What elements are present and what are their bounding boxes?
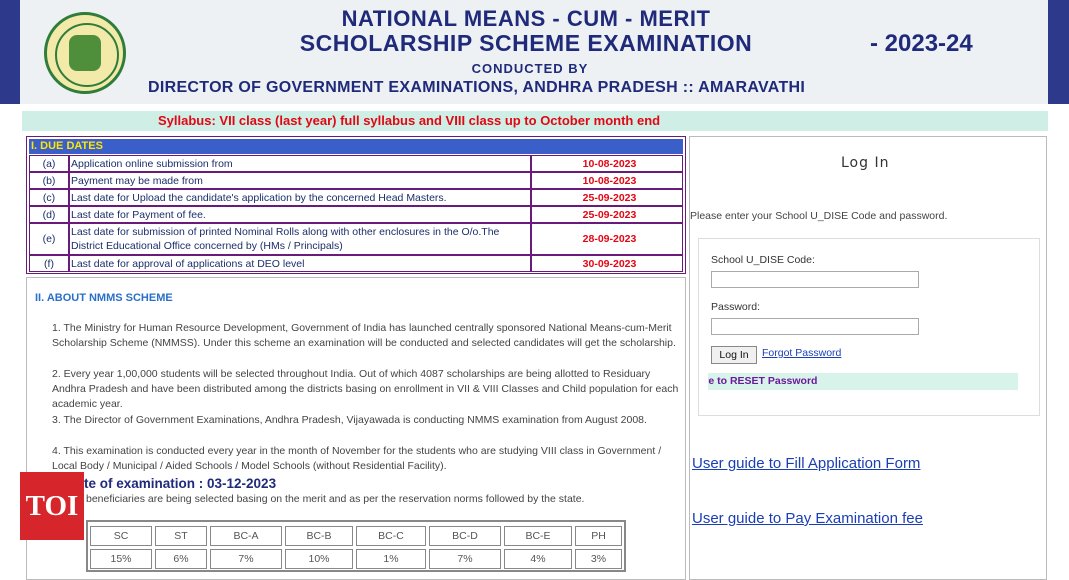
syllabus-text: Syllabus: VII class (last year) full syl… [158, 113, 661, 128]
about-point: 3. The Director of Government Examinatio… [52, 414, 647, 426]
about-point: 1. The Ministry for Human Resource Devel… [52, 322, 676, 349]
due-row-sn: (a) [30, 156, 70, 171]
udise-code-input[interactable] [711, 271, 919, 288]
beneficiaries-text: beneficiaries are being selected basing … [86, 493, 585, 505]
director-line: DIRECTOR OF GOVERNMENT EXAMINATIONS, AND… [148, 79, 806, 96]
login-button[interactable]: Log In [711, 346, 757, 364]
due-row-date: 30-09-2023 [530, 256, 687, 271]
reset-password-marquee[interactable]: Click here to RESET Password [708, 373, 1018, 390]
due-row: (d) Last date for Payment of fee. 25-09-… [29, 206, 683, 223]
login-instructions: Please enter your School U_DISE Code and… [690, 210, 948, 222]
due-row-sn: (d) [30, 207, 70, 222]
due-row-date: 25-09-2023 [530, 190, 687, 205]
due-row: (a) Application online submission from 1… [29, 155, 683, 172]
conducted-by: CONDUCTED BY [471, 61, 589, 76]
reservation-header: BC-B [285, 526, 353, 546]
andhra-pradesh-emblem-icon [44, 12, 126, 94]
reservation-value: 3% [575, 549, 622, 569]
reservation-value: 15% [90, 549, 152, 569]
reservation-header: BC-E [504, 526, 572, 546]
title-line-1: NATIONAL MEANS - CUM - MERIT [341, 6, 711, 31]
reservation-value: 6% [155, 549, 207, 569]
reservation-value: 7% [429, 549, 501, 569]
title-line-2: SCHOLARSHIP SCHEME EXAMINATION [299, 30, 753, 56]
about-point: 2. Every year 1,00,000 students will be … [52, 368, 679, 410]
due-row-desc: Last date for Payment of fee. [71, 208, 206, 221]
due-row-date: 25-09-2023 [530, 207, 687, 222]
title-year: - 2023-24 [870, 30, 973, 57]
about-heading: II. ABOUT NMMS SCHEME [35, 292, 173, 304]
emblem-core [69, 35, 101, 71]
due-row-desc: Last date for approval of applications a… [71, 257, 305, 270]
due-row: (c) Last date for Upload the candidate's… [29, 189, 683, 206]
udise-label: School U_DISE Code: [711, 254, 815, 266]
reservation-header: ST [155, 526, 207, 546]
reset-password-text[interactable]: Click here to RESET Password [708, 375, 817, 387]
due-row-sn: (e) [30, 224, 70, 254]
due-row-desc: Last date for Upload the candidate's app… [71, 191, 447, 204]
due-row-sn: (f) [30, 256, 70, 271]
due-row-desc: Payment may be made from [71, 174, 203, 187]
reservation-header: PH [575, 526, 622, 546]
toi-logo: TOI [20, 472, 84, 540]
due-row: (e) Last date for submission of printed … [29, 223, 683, 255]
reservation-table: SC ST BC-A BC-B BC-C BC-D BC-E PH 15% 6%… [86, 520, 626, 572]
forgot-password-link[interactable]: Forgot Password [762, 347, 841, 359]
exam-date: te of examination : 03-12-2023 [84, 476, 277, 491]
reservation-value: 4% [504, 549, 572, 569]
reservation-header: BC-C [356, 526, 426, 546]
login-title: Log In [841, 155, 890, 171]
reservation-value: 1% [356, 549, 426, 569]
password-input[interactable] [711, 318, 919, 335]
due-row: (f) Last date for approval of applicatio… [29, 255, 683, 272]
due-dates-table: I. DUE DATES (a) Application online subm… [26, 136, 686, 274]
reservation-value: 10% [285, 549, 353, 569]
due-row: (b) Payment may be made from 10-08-2023 [29, 172, 683, 189]
reservation-header: SC [90, 526, 152, 546]
due-dates-heading: I. DUE DATES [29, 139, 683, 154]
password-label: Password: [711, 301, 761, 313]
due-row-date: 28-09-2023 [530, 224, 687, 254]
due-row-desc: Application online submission from [71, 157, 233, 170]
about-point: 4. This examination is conducted every y… [52, 445, 662, 472]
due-row-desc: Last date for submission of printed Nomi… [71, 226, 500, 252]
fee-guide-link[interactable]: User guide to Pay Examination fee [692, 510, 923, 527]
reservation-header: BC-A [210, 526, 282, 546]
due-row-date: 10-08-2023 [530, 156, 687, 171]
due-row-date: 10-08-2023 [530, 173, 687, 188]
due-row-sn: (b) [30, 173, 70, 188]
due-row-sn: (c) [30, 190, 70, 205]
reservation-header: BC-D [429, 526, 501, 546]
reservation-value: 7% [210, 549, 282, 569]
application-guide-link[interactable]: User guide to Fill Application Form [692, 455, 920, 472]
